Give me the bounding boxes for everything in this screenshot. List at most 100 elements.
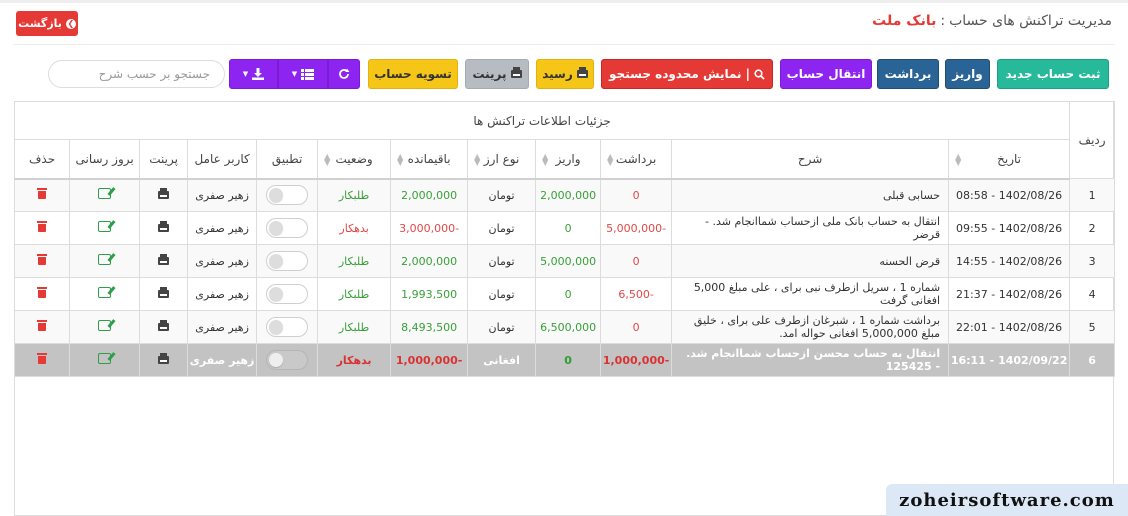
reconcile-toggle[interactable] <box>266 185 309 206</box>
cell-balance: -1,000,000 <box>390 343 469 377</box>
cell-withdraw: 0 <box>600 310 673 344</box>
trash-icon[interactable] <box>37 320 48 331</box>
toggle-knob <box>269 320 284 334</box>
withdraw-button[interactable]: برداشت <box>877 59 939 89</box>
refresh-button[interactable] <box>328 59 360 89</box>
transfer-button[interactable]: انتقال حساب <box>780 59 872 89</box>
receipt-label: رسید <box>542 67 573 81</box>
col-user-header[interactable]: کاربر عامل <box>187 139 258 180</box>
watermark: zoheirsoftware.com <box>886 484 1128 516</box>
cell-print <box>139 277 189 311</box>
col-balance-label: باقیمانده <box>407 151 451 166</box>
reconcile-toggle[interactable] <box>266 284 309 304</box>
columns-dropdown-button[interactable]: ▼ <box>278 59 328 89</box>
reconcile-toggle[interactable] <box>266 317 309 337</box>
chevron-down-icon: ▼ <box>291 70 298 78</box>
cell-withdraw: 0 <box>600 244 673 278</box>
edit-icon[interactable] <box>98 254 112 265</box>
settle-account-button[interactable]: تسویه حساب <box>368 59 458 89</box>
printer-icon[interactable] <box>158 352 170 364</box>
cell-row: 6 <box>1069 343 1116 377</box>
col-description-header[interactable]: شرح <box>671 139 950 180</box>
trash-icon[interactable] <box>37 188 48 200</box>
edit-icon[interactable] <box>98 221 112 232</box>
cell-reconcile <box>256 211 319 245</box>
sort-icon: ▲ ▼ <box>542 152 549 167</box>
cell-balance: 2,000,000 <box>390 178 469 212</box>
trash-icon[interactable] <box>37 287 48 298</box>
show-search-range-label: نمایش محدوده جستجو <box>609 67 742 81</box>
table-row[interactable]: 4 1402/08/26 - 21:37 شماره 1 ، سریل ازطرف … <box>13 277 1116 311</box>
col-date-header[interactable]: تاریخ ▲ ▼ <box>948 139 1071 180</box>
cell-description: قرض الحسنه <box>671 244 950 278</box>
cell-currency: تومان <box>467 244 537 278</box>
trash-icon[interactable] <box>37 221 48 232</box>
table-row[interactable]: 2 1402/08/26 - 09:55 انتقال به حساب بانک م… <box>13 211 1116 245</box>
cell-delete <box>13 277 71 311</box>
cell-delete <box>13 178 71 212</box>
cell-deposit: 0 <box>535 277 602 311</box>
edit-icon[interactable] <box>98 287 112 298</box>
col-update-label: بروز رسانی <box>75 151 134 166</box>
col-update-header[interactable]: بروز رسانی <box>69 139 141 180</box>
printer-icon[interactable] <box>158 220 170 232</box>
reconcile-toggle[interactable] <box>266 251 309 271</box>
table-row[interactable]: 6 1402/09/22 - 16:11 انتقال به حساب محسن ا… <box>13 343 1116 377</box>
cell-deposit: 6,500,000 <box>535 310 602 344</box>
cell-update <box>69 343 141 377</box>
edit-icon[interactable] <box>98 320 112 331</box>
col-status-header[interactable]: وضعیت ▲ ▼ <box>317 139 392 180</box>
col-row-header[interactable]: ردیف <box>1069 101 1116 179</box>
table-row[interactable]: 3 1402/08/26 - 14:55 قرض الحسنه 0 5,000,000 ت… <box>13 244 1116 278</box>
printer-icon[interactable] <box>158 253 170 265</box>
export-dropdown-button[interactable]: ▼ <box>229 59 278 89</box>
col-delete-header[interactable]: حذف <box>13 139 71 180</box>
reconcile-toggle[interactable] <box>266 350 309 370</box>
col-user-label: کاربر عامل <box>194 151 250 166</box>
show-search-range-button[interactable]: نمایش محدوده جستجو | <box>601 59 773 89</box>
cell-balance: 2,000,000 <box>390 244 469 278</box>
reconcile-toggle[interactable] <box>266 218 309 238</box>
cell-description: شماره 1 ، سریل ازطرف نبی برای ، علی مبلغ… <box>671 277 950 311</box>
cell-status: طلبکار <box>317 244 392 278</box>
cell-update <box>69 244 141 278</box>
cell-date: 1402/08/26 - 22:01 <box>948 310 1071 344</box>
cell-reconcile <box>256 310 319 344</box>
edit-icon[interactable] <box>98 188 112 200</box>
cell-status: بدهکار <box>317 343 392 377</box>
deposit-button[interactable]: واریز <box>945 59 990 89</box>
printer-icon[interactable] <box>158 286 170 298</box>
cell-update <box>69 211 141 245</box>
print-label: پرینت <box>472 67 507 81</box>
cell-row: 3 <box>1069 244 1116 278</box>
col-deposit-header[interactable]: واریز ▲ ▼ <box>535 139 602 180</box>
cell-delete <box>13 343 71 377</box>
sort-icon: ▲ ▼ <box>955 152 962 167</box>
col-reconcile-header[interactable]: تطبیق <box>256 139 319 180</box>
cell-withdraw: 0 <box>600 178 673 212</box>
top-border <box>0 0 1128 3</box>
table-row[interactable]: 1 1402/08/26 - 08:58 حسابی قبلی 0 2,000,000 ت… <box>13 178 1116 212</box>
new-account-button[interactable]: ثبت حساب جدید <box>997 59 1109 89</box>
back-button[interactable]: بازگشت ❮ <box>16 11 78 36</box>
search-input[interactable] <box>48 60 225 88</box>
printer-icon[interactable] <box>158 319 170 331</box>
cell-reconcile <box>256 277 319 311</box>
cell-description: انتقال به حساب محسن ازحساب شماانجام شد. … <box>671 343 950 377</box>
search-icon <box>754 68 765 80</box>
cell-currency: تومان <box>467 310 537 344</box>
print-button[interactable]: پرینت <box>465 59 529 89</box>
trash-icon[interactable] <box>37 254 48 265</box>
arrow-circle-icon: ❮ <box>65 18 76 29</box>
col-withdraw-header[interactable]: برداشت ▲ ▼ <box>600 139 673 180</box>
receipt-button[interactable]: رسید <box>536 59 594 89</box>
toggle-knob <box>269 188 284 203</box>
table-row[interactable]: 5 1402/08/26 - 22:01 برداشت شماره 1 ، شبرغ… <box>13 310 1116 344</box>
col-currency-header[interactable]: نوع ارز ▲ ▼ <box>467 139 537 180</box>
edit-icon[interactable] <box>98 353 112 364</box>
trash-icon[interactable] <box>37 353 48 364</box>
printer-icon[interactable] <box>158 187 170 199</box>
cell-row: 5 <box>1069 310 1116 344</box>
col-print-header[interactable]: پرینت <box>139 139 189 180</box>
col-balance-header[interactable]: باقیمانده ▲ ▼ <box>390 139 469 180</box>
